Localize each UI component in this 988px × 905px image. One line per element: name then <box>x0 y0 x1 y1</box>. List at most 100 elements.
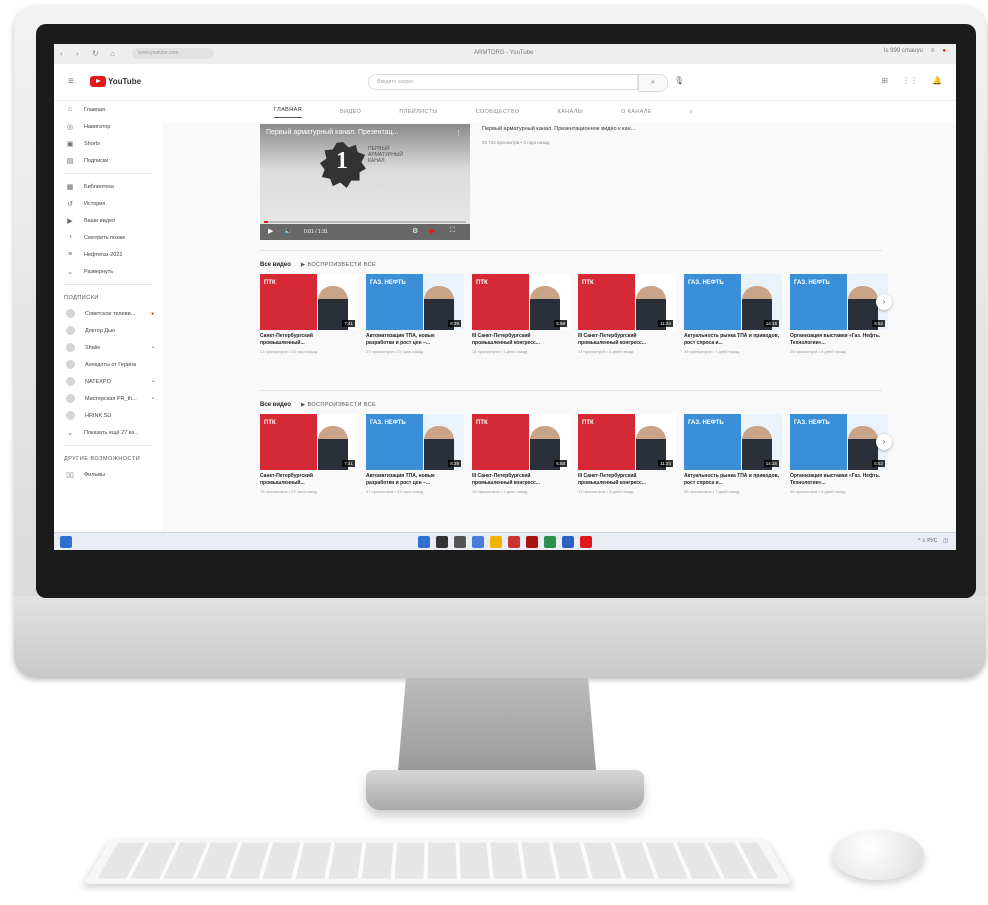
browser-right-info[interactable]: Is 999 cmauyu <box>884 48 923 54</box>
search-icon[interactable] <box>436 536 448 548</box>
address-bar[interactable]: www.youtube.com <box>132 48 214 59</box>
show-more-item[interactable]: ⌄ Показать ещё 27 ка... <box>54 424 162 441</box>
video-thumbnail[interactable]: ПТК 5:58 <box>472 414 570 470</box>
sidebar-item[interactable]: ▶ Ваши видео <box>54 212 162 229</box>
reload-icon[interactable]: ↻ <box>92 49 99 58</box>
sidebar-item[interactable]: ⌂ Главная <box>54 101 162 118</box>
video-title[interactable]: III Санкт-Петербургский промышленный кон… <box>472 473 570 486</box>
player-progress-bar[interactable] <box>264 221 466 223</box>
sidebar-item[interactable]: ▣ Shorts <box>54 135 162 152</box>
youtube-small-icon[interactable]: ▶ <box>430 227 435 235</box>
video-thumbnail[interactable]: ПТК 11:24 <box>578 274 676 330</box>
video-thumbnail[interactable]: ГАЗ. НЕФТЬ 5:52 <box>790 274 888 330</box>
video-title[interactable]: Автоматизация ТПА, новые разработки и ро… <box>366 333 464 346</box>
video-card[interactable]: ГАЗ. НЕФТЬ 8:29 Автоматизация ТПА, новые р… <box>366 274 464 354</box>
subscription-item[interactable]: Советское телеви... ● <box>54 305 162 322</box>
widgets-icon[interactable] <box>60 536 72 548</box>
task-view-icon[interactable] <box>454 536 466 548</box>
tab-0[interactable]: ГЛАВНАЯ <box>274 107 303 118</box>
subscription-item[interactable]: Анекдоты от Герина <box>54 356 162 373</box>
apps-grid-icon[interactable]: ⋮⋮ <box>902 76 918 85</box>
video-thumbnail[interactable]: ПТК 7:41 <box>260 274 358 330</box>
tab-4[interactable]: КАНАЛЫ <box>557 109 583 115</box>
microphone-icon[interactable]: 🎙 <box>674 76 684 85</box>
video-thumbnail[interactable]: ПТК 5:58 <box>472 274 570 330</box>
network-icon[interactable]: ◫ <box>943 538 948 544</box>
app-icon[interactable] <box>526 536 538 548</box>
player-title[interactable]: Первый арматурный канал. Презентац... <box>266 129 398 136</box>
settings-gear-icon[interactable]: ⚙ <box>412 227 418 235</box>
sidebar-item[interactable]: ▤ Подписки <box>54 152 162 169</box>
create-video-icon[interactable]: ⊞ <box>881 76 888 85</box>
video-card[interactable]: ПТК 7:41 Санкт-Петербургский промышленный.… <box>260 274 358 354</box>
search-input[interactable]: Введите запрос <box>368 74 638 90</box>
video-card[interactable]: ГАЗ. НЕФТЬ 8:29 Автоматизация ТПА, новые р… <box>366 414 464 494</box>
featured-video-player[interactable]: Первый арматурный канал. Презентац... ⋮ … <box>260 124 470 240</box>
forward-icon[interactable]: › <box>76 49 79 58</box>
video-thumbnail[interactable]: ГАЗ. НЕФТЬ 14:15 <box>684 414 782 470</box>
profile-icon[interactable]: ● <box>942 48 946 54</box>
shelf-title[interactable]: Все видео <box>260 402 291 408</box>
video-card[interactable]: ПТК 5:58 III Санкт-Петербургский промышлен… <box>472 274 570 354</box>
video-card[interactable]: ПТК 7:41 Санкт-Петербургский промышленный.… <box>260 414 358 494</box>
app-icon[interactable] <box>562 536 574 548</box>
tab-2[interactable]: ПЛЕЙЛИСТЫ <box>399 109 437 115</box>
video-thumbnail[interactable]: ПТК 7:41 <box>260 414 358 470</box>
subscription-item[interactable]: Доктор Дью <box>54 322 162 339</box>
subscription-item[interactable]: Мастерская PR_th... • <box>54 390 162 407</box>
player-menu-icon[interactable]: ⋮ <box>455 129 462 137</box>
back-icon[interactable]: ‹ <box>60 49 63 58</box>
video-title[interactable]: Санкт-Петербургский промышленный... <box>260 333 358 346</box>
video-title[interactable]: Организация выставки «Газ. Нефть. Технол… <box>790 333 888 346</box>
video-thumbnail[interactable]: ГАЗ. НЕФТЬ 5:52 <box>790 414 888 470</box>
video-title[interactable]: III Санкт-Петербургский промышленный кон… <box>578 333 676 346</box>
chat-icon[interactable] <box>472 536 484 548</box>
subscription-item[interactable]: HRINK SU <box>54 407 162 424</box>
play-icon[interactable]: ▶ <box>268 227 273 235</box>
shelf-title[interactable]: Все видео <box>260 262 291 268</box>
video-thumbnail[interactable]: ГАЗ. НЕФТЬ 8:29 <box>366 274 464 330</box>
video-card[interactable]: ГАЗ. НЕФТЬ 14:15 Актуальность рынка ТПА и … <box>684 274 782 354</box>
video-title[interactable]: Организация выставки «Газ. Нефть. Технол… <box>790 473 888 486</box>
sidebar-item[interactable]: ≡ Нефтегаз-2022 <box>54 246 162 263</box>
windows-start-icon[interactable] <box>418 536 430 548</box>
volume-icon[interactable]: 🔈 <box>284 227 293 235</box>
app-icon[interactable] <box>508 536 520 548</box>
video-card[interactable]: ГАЗ. НЕФТЬ 14:15 Актуальность рынка ТПА и … <box>684 414 782 494</box>
yandex-icon[interactable] <box>580 536 592 548</box>
video-title[interactable]: Актуальность рынка ТПА и приводов, рост … <box>684 473 782 486</box>
sidebar-item[interactable]: ◔ Смотреть позже <box>54 229 162 246</box>
app-icon[interactable] <box>544 536 556 548</box>
video-card[interactable]: ПТК 5:58 III Санкт-Петербургский промышлен… <box>472 414 570 494</box>
play-all-button[interactable]: ▶ ВОСПРОИЗВЕСТИ ВСЕ <box>301 262 376 268</box>
notifications-bell-icon[interactable]: 🔔 <box>932 76 942 85</box>
video-thumbnail[interactable]: ГАЗ. НЕФТЬ 14:15 <box>684 274 782 330</box>
featured-video-title[interactable]: Первый арматурный канал. Презентационное… <box>482 126 635 132</box>
system-tray[interactable]: ^ ⇩ РУС ◫ <box>918 538 948 544</box>
video-title[interactable]: Автоматизация ТПА, новые разработки и ро… <box>366 473 464 486</box>
video-card[interactable]: ПТК 11:24 III Санкт-Петербургский промышле… <box>578 274 676 354</box>
tab-5[interactable]: О КАНАЛЕ <box>621 109 652 115</box>
video-title[interactable]: Санкт-Петербургский промышленный... <box>260 473 358 486</box>
sidebar-item[interactable]: ◎ Навигатор <box>54 118 162 135</box>
menu-icon[interactable]: ≡ <box>931 48 935 54</box>
sidebar-item[interactable]: ↺ История <box>54 195 162 212</box>
video-card[interactable]: ГАЗ. НЕФТЬ 5:52 Организация выставки «Газ.… <box>790 414 888 494</box>
video-thumbnail[interactable]: ГАЗ. НЕФТЬ 8:29 <box>366 414 464 470</box>
hamburger-menu-icon[interactable]: ≡ <box>68 76 74 87</box>
youtube-logo[interactable]: YouTube <box>90 76 141 87</box>
search-button[interactable]: ⌕ <box>638 74 668 92</box>
tab-3[interactable]: СООБЩЕСТВО <box>476 109 520 115</box>
video-title[interactable]: III Санкт-Петербургский промышленный кон… <box>472 333 570 346</box>
fullscreen-icon[interactable]: ⛶ <box>450 227 455 235</box>
next-arrow-icon[interactable]: › <box>876 294 892 310</box>
play-all-button[interactable]: ▶ ВОСПРОИЗВЕСТИ ВСЕ <box>301 402 376 408</box>
subscription-item[interactable]: NATEXPO • <box>54 373 162 390</box>
home-icon[interactable]: ⌂ <box>110 49 115 58</box>
video-card[interactable]: ГАЗ. НЕФТЬ 5:52 Организация выставки «Газ.… <box>790 274 888 354</box>
subscription-item[interactable]: Shalie • <box>54 339 162 356</box>
next-arrow-icon[interactable]: › <box>876 434 892 450</box>
video-title[interactable]: III Санкт-Петербургский промышленный кон… <box>578 473 676 486</box>
sidebar-item-films[interactable]: ▯▯ Фильмы <box>54 466 162 483</box>
sidebar-item[interactable]: ⌄ Развернуть <box>54 263 162 280</box>
